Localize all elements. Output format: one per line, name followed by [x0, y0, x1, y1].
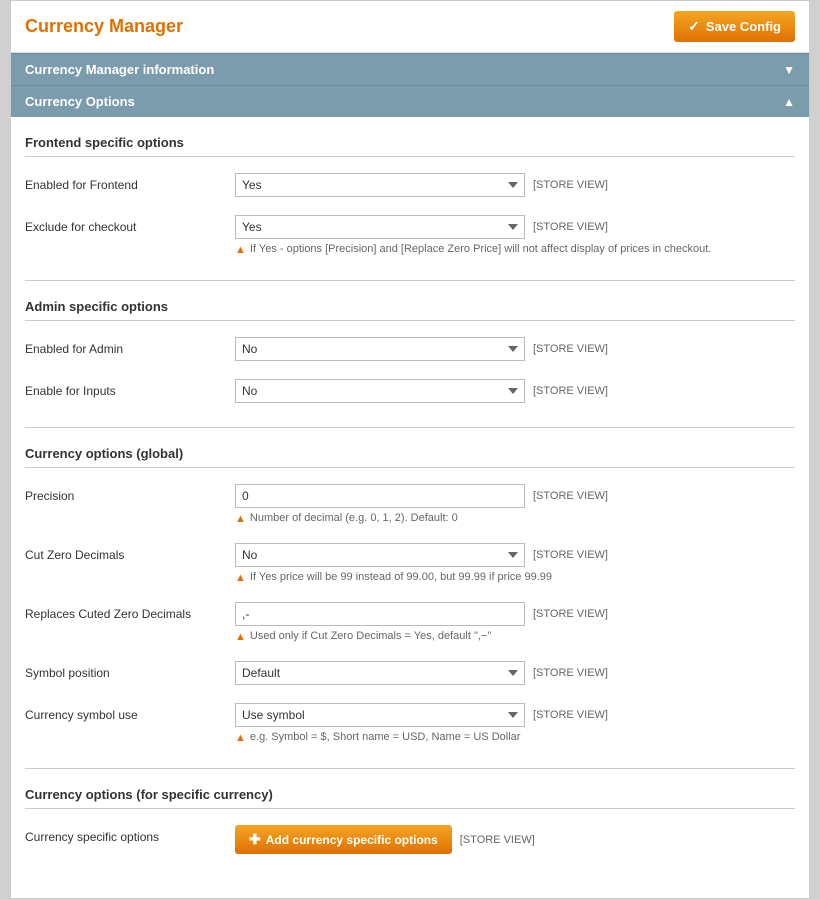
- toggle-down-icon: ▼: [783, 63, 795, 77]
- exclude-checkout-select[interactable]: Yes No: [235, 215, 525, 239]
- precision-row: Precision [STORE VIEW] ▲ Number of decim…: [25, 480, 795, 529]
- save-icon: ✓: [688, 18, 700, 35]
- currency-symbol-hint: ▲ e.g. Symbol = $, Short name = USD, Nam…: [235, 731, 795, 744]
- specific-options-label: Currency specific options: [25, 825, 235, 844]
- add-currency-button[interactable]: ✚ Add currency specific options: [235, 825, 452, 854]
- enabled-admin-label: Enabled for Admin: [25, 337, 235, 356]
- exclude-checkout-row: Exclude for checkout Yes No [STORE VIEW]…: [25, 211, 795, 260]
- currency-symbol-select[interactable]: Use symbol Use short name Use name: [235, 703, 525, 727]
- precision-field-wrap: [STORE VIEW] ▲ Number of decimal (e.g. 0…: [235, 484, 795, 525]
- enable-inputs-field-wrap: No Yes [STORE VIEW]: [235, 379, 795, 403]
- hint-icon-currency-symbol: ▲: [235, 732, 246, 744]
- enabled-frontend-row: Enabled for Frontend Yes No [STORE VIEW]: [25, 169, 795, 201]
- page-wrapper: Currency Manager ✓ Save Config Currency …: [10, 0, 810, 899]
- specific-store-view[interactable]: [STORE VIEW]: [460, 834, 535, 846]
- add-icon: ✚: [249, 831, 261, 848]
- symbol-position-row: Symbol position Default Before After [ST…: [25, 657, 795, 689]
- enabled-admin-row: Enabled for Admin No Yes [STORE VIEW]: [25, 333, 795, 365]
- enable-inputs-row: Enable for Inputs No Yes [STORE VIEW]: [25, 375, 795, 407]
- currency-symbol-field-row: Use symbol Use short name Use name [STOR…: [235, 703, 795, 727]
- enabled-admin-field-wrap: No Yes [STORE VIEW]: [235, 337, 795, 361]
- cut-zero-store-view[interactable]: [STORE VIEW]: [533, 549, 608, 561]
- frontend-options-group: Frontend specific options Enabled for Fr…: [25, 117, 795, 280]
- section-header-info[interactable]: Currency Manager information ▼: [11, 53, 809, 85]
- precision-hint: ▲ Number of decimal (e.g. 0, 1, 2). Defa…: [235, 512, 795, 525]
- replaces-field-wrap: [STORE VIEW] ▲ Used only if Cut Zero Dec…: [235, 602, 795, 643]
- cut-zero-row: Cut Zero Decimals No Yes [STORE VIEW] ▲ …: [25, 539, 795, 588]
- enabled-frontend-select[interactable]: Yes No: [235, 173, 525, 197]
- exclude-checkout-field-row: Yes No [STORE VIEW]: [235, 215, 795, 239]
- symbol-position-store-view[interactable]: [STORE VIEW]: [533, 667, 608, 679]
- frontend-group-title: Frontend specific options: [25, 135, 795, 157]
- specific-options-field-row: ✚ Add currency specific options [STORE V…: [235, 825, 795, 854]
- precision-store-view[interactable]: [STORE VIEW]: [533, 490, 608, 502]
- currency-symbol-row: Currency symbol use Use symbol Use short…: [25, 699, 795, 748]
- replaces-hint: ▲ Used only if Cut Zero Decimals = Yes, …: [235, 630, 795, 643]
- section-header-options[interactable]: Currency Options ▲: [11, 85, 809, 117]
- hint-icon: ▲: [235, 244, 246, 256]
- hint-icon-cut-zero: ▲: [235, 572, 246, 584]
- cut-zero-field-wrap: No Yes [STORE VIEW] ▲ If Yes price will …: [235, 543, 795, 584]
- page-title: Currency Manager: [25, 16, 183, 37]
- enable-inputs-label: Enable for Inputs: [25, 379, 235, 398]
- replaces-input[interactable]: [235, 602, 525, 626]
- toggle-up-icon: ▲: [783, 95, 795, 109]
- currency-symbol-label: Currency symbol use: [25, 703, 235, 722]
- specific-options-row: Currency specific options ✚ Add currency…: [25, 821, 795, 858]
- symbol-position-label: Symbol position: [25, 661, 235, 680]
- replaces-field-row: [STORE VIEW]: [235, 602, 795, 626]
- global-group-title: Currency options (global): [25, 446, 795, 468]
- cut-zero-hint: ▲ If Yes price will be 99 instead of 99.…: [235, 571, 795, 584]
- hint-icon-precision: ▲: [235, 513, 246, 525]
- precision-field-row: [STORE VIEW]: [235, 484, 795, 508]
- symbol-position-field-wrap: Default Before After [STORE VIEW]: [235, 661, 795, 685]
- enabled-admin-select[interactable]: No Yes: [235, 337, 525, 361]
- cut-zero-field-row: No Yes [STORE VIEW]: [235, 543, 795, 567]
- precision-input[interactable]: [235, 484, 525, 508]
- enabled-admin-field-row: No Yes [STORE VIEW]: [235, 337, 795, 361]
- precision-label: Precision: [25, 484, 235, 503]
- currency-symbol-store-view[interactable]: [STORE VIEW]: [533, 709, 608, 721]
- enable-inputs-select[interactable]: No Yes: [235, 379, 525, 403]
- specific-options-group: Currency options (for specific currency)…: [25, 769, 795, 878]
- enable-inputs-store-view[interactable]: [STORE VIEW]: [533, 385, 608, 397]
- enabled-admin-store-view[interactable]: [STORE VIEW]: [533, 343, 608, 355]
- content-area: Frontend specific options Enabled for Fr…: [11, 117, 809, 898]
- replaces-label: Replaces Cuted Zero Decimals: [25, 602, 235, 621]
- enabled-frontend-store-view[interactable]: [STORE VIEW]: [533, 179, 608, 191]
- admin-group-title: Admin specific options: [25, 299, 795, 321]
- enabled-frontend-field-wrap: Yes No [STORE VIEW]: [235, 173, 795, 197]
- replaces-row: Replaces Cuted Zero Decimals [STORE VIEW…: [25, 598, 795, 647]
- page-header: Currency Manager ✓ Save Config: [11, 1, 809, 53]
- specific-options-field-wrap: ✚ Add currency specific options [STORE V…: [235, 825, 795, 854]
- exclude-checkout-label: Exclude for checkout: [25, 215, 235, 234]
- cut-zero-select[interactable]: No Yes: [235, 543, 525, 567]
- exclude-checkout-field-wrap: Yes No [STORE VIEW] ▲ If Yes - options […: [235, 215, 795, 256]
- exclude-checkout-hint: ▲ If Yes - options [Precision] and [Repl…: [235, 243, 795, 256]
- currency-symbol-field-wrap: Use symbol Use short name Use name [STOR…: [235, 703, 795, 744]
- hint-icon-replaces: ▲: [235, 631, 246, 643]
- admin-options-group: Admin specific options Enabled for Admin…: [25, 281, 795, 427]
- enabled-frontend-label: Enabled for Frontend: [25, 173, 235, 192]
- replaces-store-view[interactable]: [STORE VIEW]: [533, 608, 608, 620]
- global-options-group: Currency options (global) Precision [STO…: [25, 428, 795, 768]
- symbol-position-field-row: Default Before After [STORE VIEW]: [235, 661, 795, 685]
- exclude-checkout-store-view[interactable]: [STORE VIEW]: [533, 221, 608, 233]
- specific-group-title: Currency options (for specific currency): [25, 787, 795, 809]
- enabled-frontend-field-row: Yes No [STORE VIEW]: [235, 173, 795, 197]
- cut-zero-label: Cut Zero Decimals: [25, 543, 235, 562]
- symbol-position-select[interactable]: Default Before After: [235, 661, 525, 685]
- enable-inputs-field-row: No Yes [STORE VIEW]: [235, 379, 795, 403]
- save-config-button[interactable]: ✓ Save Config: [674, 11, 795, 42]
